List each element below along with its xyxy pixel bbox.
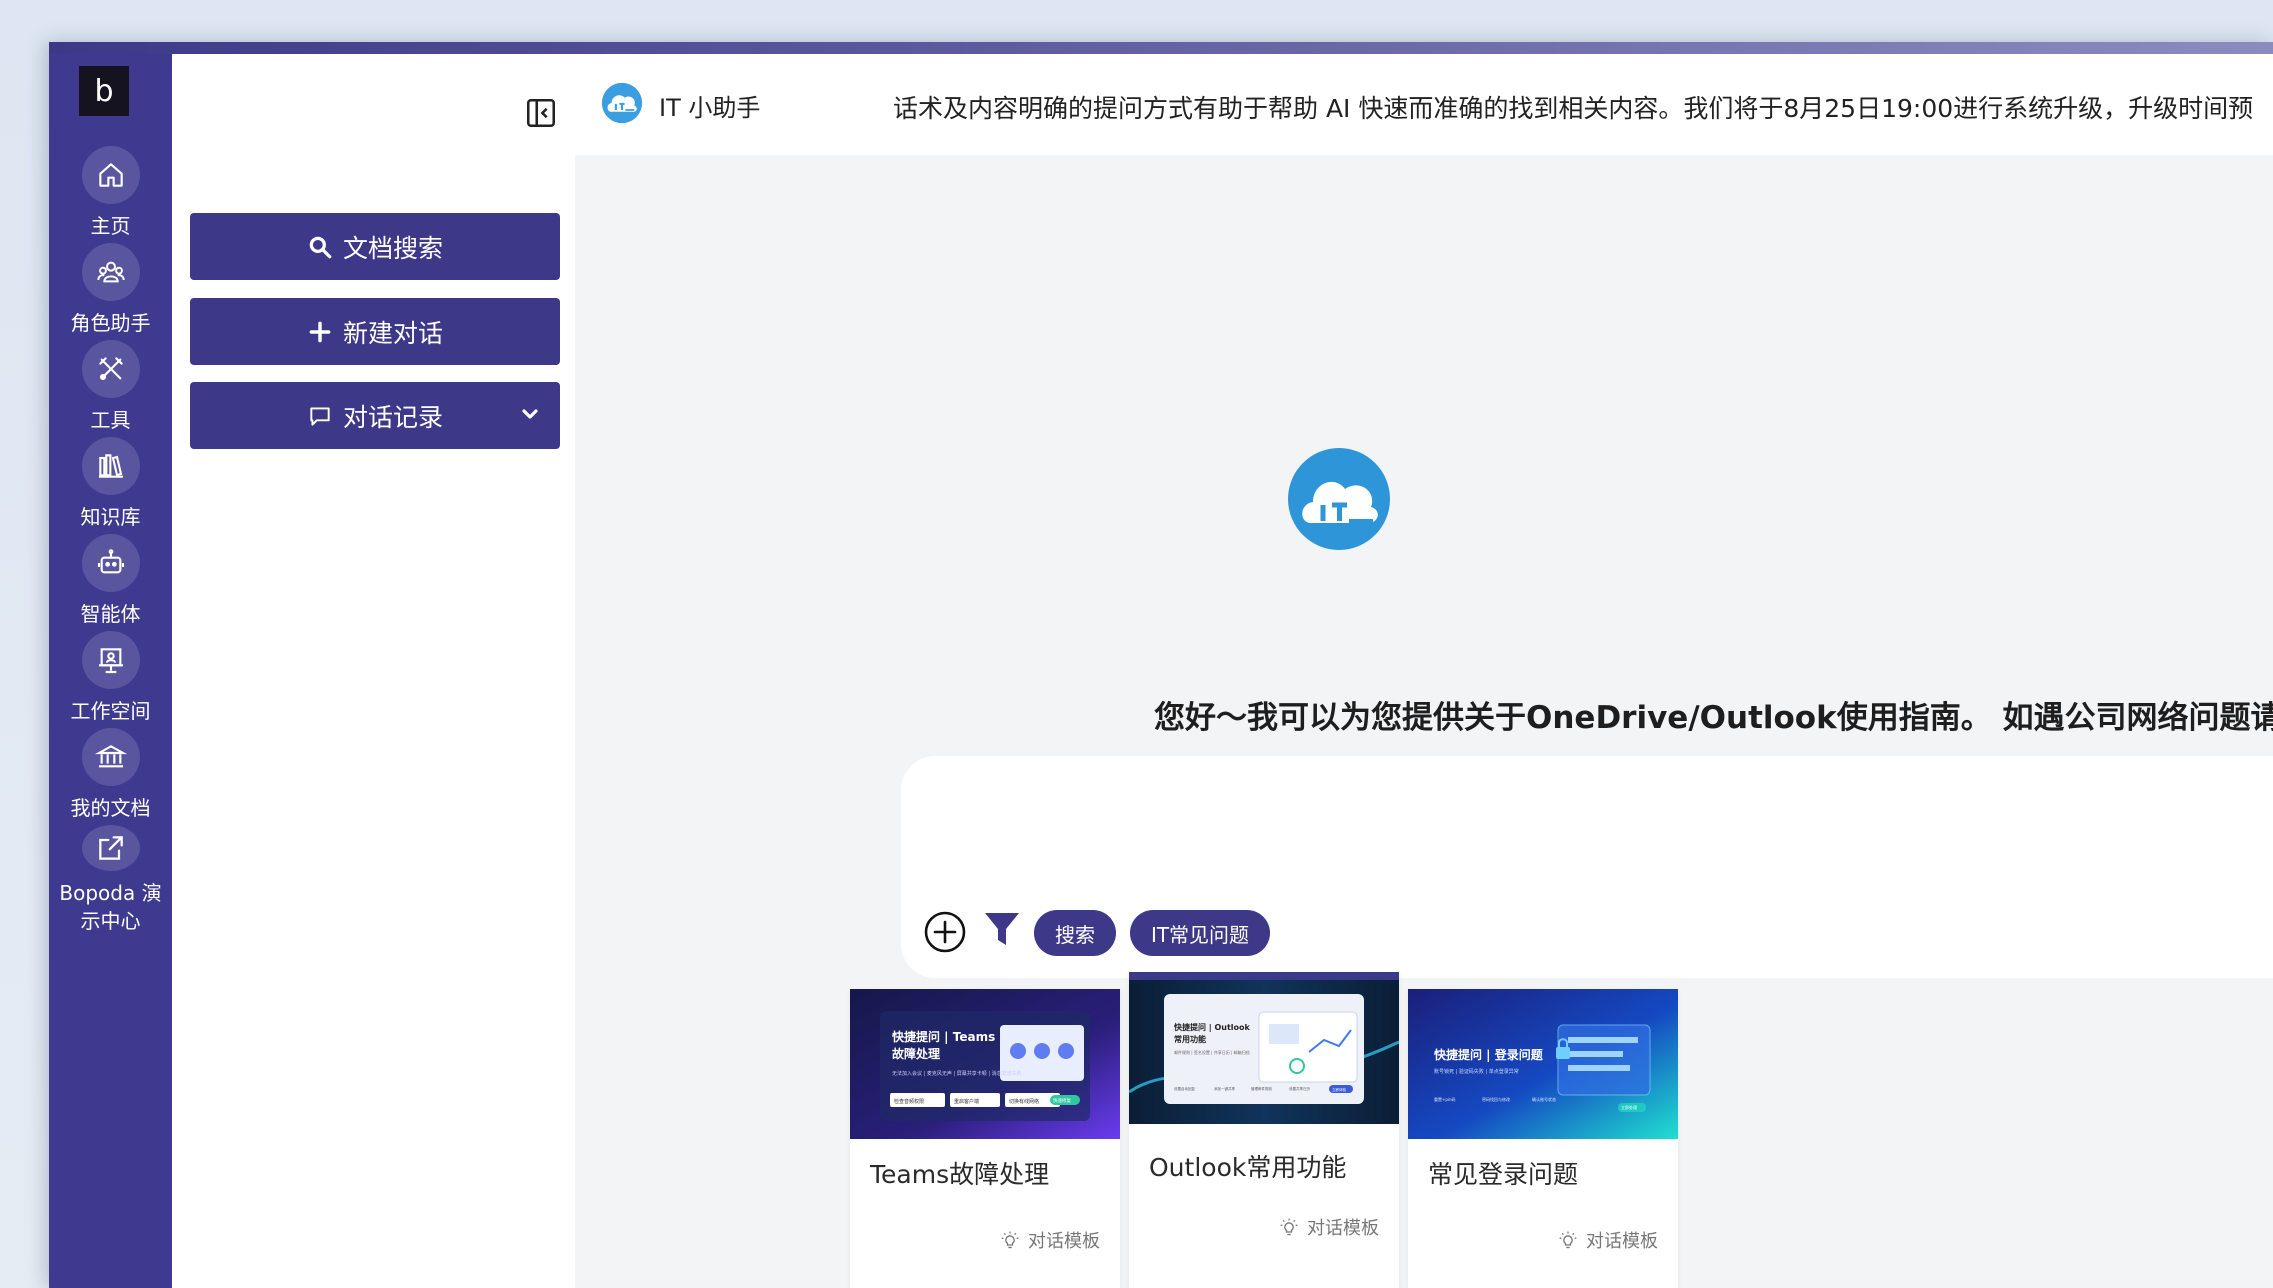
rail-item-demo-center[interactable]: Bopoda 演示中心 — [49, 825, 172, 935]
svg-text:快捷提问 | 登录问题: 快捷提问 | 登录问题 — [1434, 1047, 1544, 1062]
svg-text:重置+pin码: 重置+pin码 — [1434, 1096, 1456, 1102]
template-card-teams[interactable]: 快捷提问 | Teams 故障处理 无法加入会议 | 麦克风无声 | 屏幕共享卡… — [850, 989, 1120, 1288]
home-icon — [81, 146, 140, 204]
window-top-strip — [49, 42, 2273, 54]
svg-text:立即处理: 立即处理 — [1621, 1104, 1637, 1110]
card-title: 常见登录问题 — [1428, 1160, 1579, 1189]
chat-input[interactable] — [931, 776, 2273, 886]
new-chat-label: 新建对话 — [342, 318, 443, 348]
lightbulb-icon — [1280, 1218, 1298, 1236]
library-icon — [81, 437, 140, 495]
card-title: Outlook常用功能 — [1149, 1153, 1347, 1182]
outlook-banner-image: 快捷提问 | Outlook 常用功能 邮件规则 | 签名设置 | 共享日历 |… — [1129, 972, 1399, 1124]
rail-item-my-documents[interactable]: 我的文档 — [49, 728, 172, 838]
svg-text:设置自动回复: 设置自动回复 — [1174, 1086, 1195, 1091]
bank-icon — [81, 728, 140, 786]
rail-item-knowledge-base[interactable]: 知识库 — [49, 437, 172, 547]
teams-banner-image: 快捷提问 | Teams 故障处理 无法加入会议 | 麦克风无声 | 屏幕共享卡… — [850, 989, 1120, 1139]
rail-item-tools[interactable]: 工具 — [49, 340, 172, 450]
card-title: Teams故障处理 — [870, 1160, 1050, 1189]
svg-text:常用功能: 常用功能 — [1174, 1034, 1206, 1044]
svg-text:确认账号状态: 确认账号状态 — [1532, 1096, 1556, 1102]
svg-text:快速修复: 快速修复 — [1053, 1097, 1071, 1104]
add-attachment-icon[interactable] — [923, 910, 967, 954]
svg-text:无法加入会议 | 麦克风无声 | 屏幕共享卡顿 | 消息发送: 无法加入会议 | 麦克风无声 | 屏幕共享卡顿 | 消息发送失败 — [892, 1070, 1022, 1077]
plus-icon — [309, 321, 331, 342]
svg-text:检查音频权限: 检查音频权限 — [894, 1098, 924, 1105]
svg-text:切换有线网络: 切换有线网络 — [1009, 1098, 1039, 1105]
svg-text:故障处理: 故障处理 — [892, 1046, 940, 1061]
card-tag: 对话模板 — [1279, 1214, 1379, 1240]
lightbulb-icon — [1001, 1231, 1019, 1249]
card-tag: 对话模板 — [1558, 1227, 1658, 1253]
svg-text:重启客户端: 重启客户端 — [954, 1098, 979, 1105]
chat-bubble-icon — [310, 406, 330, 426]
rail-label: 知识库 — [80, 505, 141, 529]
app-name: IT 小助手 — [659, 94, 761, 122]
svg-text:添加一键共享: 添加一键共享 — [1214, 1086, 1235, 1091]
svg-text:账号锁死 | 验证码失败 | 单点登录异常: 账号锁死 | 验证码失败 | 单点登录异常 — [1434, 1068, 1519, 1075]
svg-text:立即体验: 立即体验 — [1332, 1087, 1347, 1092]
robot-icon — [81, 534, 140, 592]
rail-item-home[interactable]: 主页 — [49, 146, 172, 256]
card-tag: 对话模板 — [1000, 1227, 1100, 1253]
assistant-cloud-icon — [1288, 448, 1390, 550]
chat-history-label: 对话记录 — [342, 402, 443, 432]
greeting-text: 您好～我可以为您提供关于OneDrive/Outlook使用指南。 如遇公司网络… — [1154, 700, 2273, 736]
external-link-icon — [81, 825, 140, 871]
it-faq-pill[interactable]: IT常见问题 — [1130, 910, 1270, 956]
it-cloud-logo-icon — [601, 82, 643, 124]
document-search-label: 文档搜索 — [342, 233, 443, 263]
login-banner-image: 快捷提问 | 登录问题 账号锁死 | 验证码失败 | 单点登录异常 重置+pin… — [1408, 989, 1678, 1139]
lightbulb-icon — [1559, 1231, 1577, 1249]
rail-label: 角色助手 — [70, 311, 151, 335]
app-window: b 主页 角色助手 工具 知识库 智能体 工作空间 我的文档 Bopoda 演示… — [49, 42, 2273, 1288]
rail-label: Bopoda 演示中心 — [59, 881, 162, 933]
app-logo[interactable]: b — [79, 66, 129, 116]
rail-label: 主页 — [90, 214, 131, 238]
rail-item-agents[interactable]: 智能体 — [49, 534, 172, 644]
rail-label: 智能体 — [80, 602, 141, 626]
chat-history-button[interactable]: 对话记录 — [190, 382, 560, 449]
top-header: IT 小助手 话术及内容明确的提问方式有助于帮助 AI 快速而准确的找到相关内容… — [575, 54, 2273, 155]
template-card-login[interactable]: 快捷提问 | 登录问题 账号锁死 | 验证码失败 | 单点登录异常 重置+pin… — [1408, 989, 1678, 1288]
workspace-icon — [81, 631, 140, 689]
rail-item-role-assistant[interactable]: 角色助手 — [49, 243, 172, 353]
nav-rail: b 主页 角色助手 工具 知识库 智能体 工作空间 我的文档 Bopoda 演示… — [49, 54, 172, 1288]
svg-text:密码找回与修改: 密码找回与修改 — [1482, 1096, 1510, 1102]
people-icon — [81, 243, 140, 301]
rail-item-workspace[interactable]: 工作空间 — [49, 631, 172, 741]
rail-label: 工作空间 — [70, 699, 151, 723]
collapse-sidebar-icon[interactable] — [524, 96, 558, 130]
svg-text:快捷提问 | Teams: 快捷提问 | Teams — [892, 1029, 995, 1044]
svg-text:快捷提问 | Outlook: 快捷提问 | Outlook — [1174, 1022, 1251, 1032]
tools-icon — [81, 340, 140, 398]
svg-text:设置共享日历: 设置共享日历 — [1289, 1086, 1310, 1091]
chat-input-box: 搜索 IT常见问题 — [901, 756, 2273, 978]
filter-icon[interactable] — [983, 909, 1021, 949]
rail-label: 我的文档 — [70, 796, 151, 820]
new-chat-button[interactable]: 新建对话 — [190, 298, 560, 365]
search-pill[interactable]: 搜索 — [1034, 910, 1116, 956]
rail-label: 工具 — [90, 408, 131, 432]
svg-text:邮件规则 | 签名设置 | 共享日历 | 邮箱归档: 邮件规则 | 签名设置 | 共享日历 | 邮箱归档 — [1174, 1049, 1250, 1055]
notice-banner: 话术及内容明确的提问方式有助于帮助 AI 快速而准确的找到相关内容。我们将于8月… — [893, 94, 2254, 123]
svg-text:管理邮件规则: 管理邮件规则 — [1251, 1086, 1272, 1091]
chevron-down-icon[interactable] — [518, 402, 542, 426]
document-search-button[interactable]: 文档搜索 — [190, 213, 560, 280]
sidebar: 文档搜索 新建对话 对话记录 — [172, 54, 575, 1288]
search-icon — [309, 236, 332, 258]
template-card-outlook[interactable]: 快捷提问 | Outlook 常用功能 邮件规则 | 签名设置 | 共享日历 |… — [1129, 972, 1399, 1288]
